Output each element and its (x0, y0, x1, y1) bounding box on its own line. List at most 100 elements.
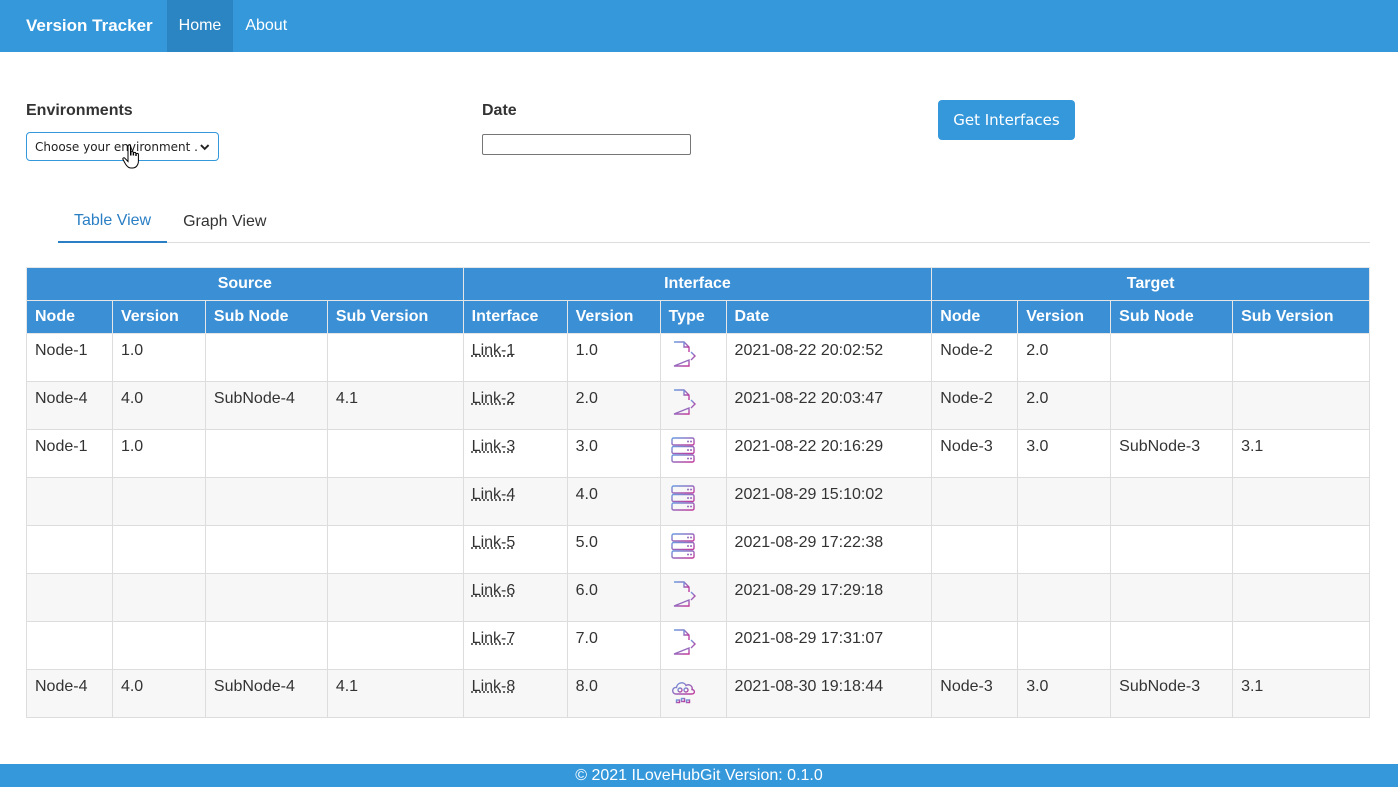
view-tabs: Table View Graph View (58, 200, 1370, 243)
cell-interface-version: 7.0 (566, 621, 661, 670)
database-icon (669, 532, 697, 560)
interface-link[interactable]: Link-6 (472, 582, 516, 599)
cell-target-subversion (1232, 333, 1370, 382)
column-header-interface-version[interactable]: Version (566, 300, 661, 334)
environments-label: Environments (26, 102, 133, 119)
interface-link[interactable]: Link-5 (472, 534, 516, 551)
cell-target-version: 2.0 (1017, 381, 1112, 430)
column-header-type[interactable]: Type (659, 300, 727, 334)
interface-link[interactable]: Link-4 (472, 486, 516, 503)
cell-source-version: 4.0 (111, 381, 206, 430)
tab-table-view[interactable]: Table View (58, 200, 168, 243)
cell-target-node: Node-3 (931, 669, 1019, 718)
cell-target-version: 2.0 (1017, 333, 1112, 382)
nav-home[interactable]: Home (166, 0, 234, 52)
cell-source-subversion (326, 573, 464, 622)
cell-interface-version: 5.0 (566, 525, 661, 574)
cell-source-version: 1.0 (111, 429, 206, 478)
cell-source-node: Node-4 (26, 669, 113, 718)
cell-target-subversion: 3.1 (1232, 669, 1370, 718)
cell-target-version (1017, 573, 1112, 622)
get-interfaces-button[interactable]: Get Interfaces (938, 100, 1075, 140)
cell-interface-link: Link-8 (462, 669, 568, 718)
cell-interface-version: 4.0 (566, 477, 661, 526)
interface-link[interactable]: Link-8 (472, 678, 516, 695)
column-header-target-subnode[interactable]: Sub Node (1110, 300, 1234, 334)
cell-interface-date: 2021-08-29 15:10:02 (725, 477, 933, 526)
cell-target-version: 3.0 (1017, 669, 1112, 718)
cell-source-subnode (204, 477, 328, 526)
cell-interface-version: 1.0 (566, 333, 661, 382)
cell-type-icon (659, 429, 727, 478)
interface-link[interactable]: Link-1 (472, 342, 516, 359)
column-header-source-node[interactable]: Node (26, 300, 113, 334)
cell-target-node: Node-2 (931, 333, 1019, 382)
nav-about[interactable]: About (233, 0, 299, 52)
cell-interface-date: 2021-08-22 20:16:29 (725, 429, 933, 478)
table-row: Node-1 1.0 Link-1 1.0 2021-08-22 20:02:52 Nod… (26, 333, 1370, 382)
tab-graph-view[interactable]: Graph View (167, 200, 282, 243)
cell-source-node (26, 477, 113, 526)
footer: © 2021 ILoveHubGit Version: 0.1.0 (0, 764, 1398, 787)
cell-type-icon (659, 381, 727, 430)
interfaces-table: Source Interface Target Node Version Sub… (26, 267, 1370, 718)
chevron-down-icon (199, 143, 209, 150)
cell-target-node: Node-3 (931, 429, 1019, 478)
cell-interface-link: Link-7 (462, 621, 568, 670)
date-label: Date (482, 102, 517, 119)
file-export-icon (669, 388, 697, 416)
cell-source-subnode (204, 621, 328, 670)
cell-target-subversion (1232, 381, 1370, 430)
database-icon (669, 436, 697, 464)
cell-source-subnode (204, 333, 328, 382)
cell-interface-link: Link-3 (462, 429, 568, 478)
table-row: Node-1 1.0 Link-3 3.0 2021-08-22 20:16:29 Nod… (26, 429, 1370, 478)
cell-interface-version: 6.0 (566, 573, 661, 622)
interface-link[interactable]: Link-2 (472, 390, 516, 407)
interface-link[interactable]: Link-3 (472, 438, 516, 455)
cell-target-subnode (1110, 333, 1234, 382)
cell-target-subnode: SubNode-3 (1110, 669, 1234, 718)
cell-target-subnode (1110, 573, 1234, 622)
group-header-interface: Interface (462, 267, 933, 301)
cell-target-node: Node-2 (931, 381, 1019, 430)
cell-interface-link: Link-2 (462, 381, 568, 430)
column-header-interface[interactable]: Interface (462, 300, 568, 334)
cell-interface-date: 2021-08-29 17:31:07 (725, 621, 933, 670)
cell-source-subversion (326, 477, 464, 526)
column-header-target-version[interactable]: Version (1017, 300, 1112, 334)
cell-target-version (1017, 621, 1112, 670)
cell-interface-date: 2021-08-30 19:18:44 (725, 669, 933, 718)
cell-source-version (111, 621, 206, 670)
group-header-source: Source (26, 267, 464, 301)
interface-link[interactable]: Link-7 (472, 630, 516, 647)
cell-interface-date: 2021-08-22 20:03:47 (725, 381, 933, 430)
database-icon (669, 484, 697, 512)
cell-target-subnode (1110, 381, 1234, 430)
cell-type-icon (659, 477, 727, 526)
cell-source-subnode (204, 429, 328, 478)
column-header-date[interactable]: Date (725, 300, 933, 334)
cell-source-subnode (204, 525, 328, 574)
cell-source-node: Node-1 (26, 429, 113, 478)
cell-target-version: 3.0 (1017, 429, 1112, 478)
brand-link[interactable]: Version Tracker (0, 0, 167, 52)
column-header-source-subnode[interactable]: Sub Node (204, 300, 328, 334)
cell-source-version (111, 525, 206, 574)
cell-source-subversion: 4.1 (326, 381, 464, 430)
cell-target-node (931, 525, 1019, 574)
column-header-source-subversion[interactable]: Sub Version (326, 300, 464, 334)
column-header-target-subversion[interactable]: Sub Version (1232, 300, 1370, 334)
cell-target-node (931, 621, 1019, 670)
navbar: Version Tracker Home About (0, 0, 1398, 52)
table-body: Node-1 1.0 Link-1 1.0 2021-08-22 20:02:52 Nod… (26, 333, 1370, 718)
cell-source-node (26, 525, 113, 574)
file-export-icon (669, 580, 697, 608)
table-row: Node-4 4.0 SubNode-4 4.1 Link-2 2.0 2021-08-22… (26, 381, 1370, 430)
cell-target-subnode (1110, 525, 1234, 574)
column-header-target-node[interactable]: Node (931, 300, 1019, 334)
cell-target-subnode: SubNode-3 (1110, 429, 1234, 478)
cell-interface-link: Link-6 (462, 573, 568, 622)
date-input[interactable] (482, 134, 691, 155)
column-header-source-version[interactable]: Version (111, 300, 206, 334)
